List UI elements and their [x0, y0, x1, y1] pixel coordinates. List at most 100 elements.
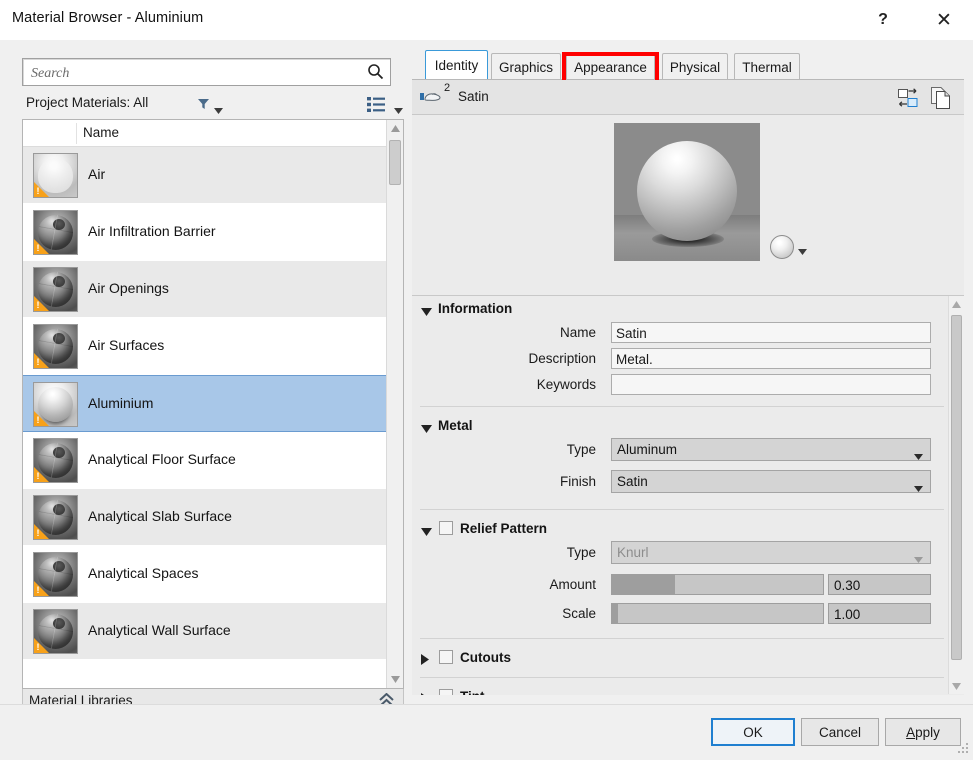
tab-label: Thermal [742, 59, 792, 75]
list-item[interactable]: ! Air [23, 147, 388, 204]
amount-value-field[interactable] [828, 574, 931, 595]
duplicate-asset-icon[interactable] [928, 86, 954, 110]
list-item[interactable]: ! Air Openings [23, 261, 388, 318]
finish-select[interactable]: Satin [611, 470, 931, 493]
type-select[interactable]: Aluminum [611, 438, 931, 461]
field-label: Name [559, 325, 596, 340]
materials-scrollbar[interactable] [386, 120, 403, 688]
material-name: Aluminium [88, 395, 154, 411]
list-item[interactable]: ! Analytical Slab Surface [23, 489, 388, 546]
resize-grip-icon[interactable] [958, 743, 970, 758]
help-button[interactable]: ? [860, 0, 906, 40]
properties-scrollbar[interactable] [948, 296, 964, 694]
scale-slider[interactable] [611, 603, 824, 624]
section-checkbox[interactable] [439, 521, 453, 535]
section-header-tint[interactable]: Tint [412, 684, 948, 695]
properties-pane: Information Name Description Keywords Metal T… [412, 295, 964, 695]
chevron-right-icon[interactable] [421, 653, 429, 668]
dialog-footer: OK Cancel Apply [0, 704, 973, 760]
section-checkbox[interactable] [439, 650, 453, 664]
props-scrollbar-thumb[interactable] [951, 315, 962, 660]
view-mode-caret-icon[interactable] [394, 102, 403, 117]
description-field[interactable] [611, 348, 931, 369]
preview-sphere [637, 141, 737, 241]
tab-identity[interactable]: Identity [425, 50, 488, 80]
type-select: Knurl [611, 541, 931, 564]
material-name: Analytical Slab Surface [88, 508, 232, 524]
select-value: Satin [617, 474, 648, 489]
chevron-down-icon[interactable] [914, 448, 923, 463]
material-name: Analytical Wall Surface [88, 622, 231, 638]
asset-editor-panel: Identity Graphics Appearance Physical Therma… [412, 49, 964, 695]
field-label: Finish [559, 474, 596, 489]
material-name: Analytical Spaces [88, 565, 199, 581]
materials-panel: Project Materials: All [9, 49, 404, 741]
material-name: Air Surfaces [88, 337, 165, 353]
name-field[interactable] [611, 322, 931, 343]
replace-asset-icon[interactable] [895, 87, 921, 109]
scroll-down-icon[interactable] [387, 671, 403, 688]
section-divider [420, 509, 944, 510]
props-scroll-down-icon[interactable] [949, 678, 964, 694]
close-icon: ✕ [936, 9, 952, 31]
section-checkbox[interactable] [439, 689, 453, 695]
filter-caret-icon[interactable] [214, 102, 223, 117]
tab-physical[interactable]: Physical [662, 53, 728, 80]
list-item[interactable]: ! Air Infiltration Barrier [23, 204, 388, 261]
asset-usage-count: 2 [444, 82, 451, 94]
ok-button[interactable]: OK [711, 718, 795, 746]
list-item[interactable]: ! Aluminium [23, 375, 388, 432]
section-header-cutouts[interactable]: Cutouts [412, 645, 948, 671]
preview-render[interactable] [614, 123, 760, 261]
list-header: Name [23, 120, 403, 147]
section-header-metal[interactable]: Metal [412, 413, 948, 439]
section-divider [420, 677, 944, 678]
chevron-right-icon[interactable] [421, 692, 429, 695]
shape-picker-caret-icon[interactable] [798, 243, 807, 258]
ok-label: OK [743, 724, 763, 740]
funnel-icon[interactable] [197, 97, 210, 113]
filter-label[interactable]: Project Materials: All [26, 95, 148, 110]
chevron-down-icon[interactable] [421, 304, 432, 319]
close-button[interactable]: ✕ [921, 0, 967, 40]
warning-exclamation-icon: ! [36, 528, 40, 538]
list-item[interactable]: ! Air Surfaces [23, 318, 388, 375]
scroll-up-icon[interactable] [387, 120, 403, 137]
sphere-shape-icon[interactable] [770, 235, 794, 259]
section-header-relief-pattern[interactable]: Relief Pattern [412, 516, 948, 542]
section-title: Tint [460, 689, 485, 695]
column-header-name[interactable]: Name [83, 125, 119, 140]
field-label: Keywords [536, 377, 596, 392]
chevron-down-icon[interactable] [914, 480, 923, 495]
select-value: Knurl [617, 545, 649, 560]
material-thumbnail: ! [33, 153, 78, 198]
keywords-field[interactable] [611, 374, 931, 395]
tab-label: Graphics [498, 59, 554, 75]
list-item[interactable]: ! Analytical Floor Surface [23, 432, 388, 489]
chevron-down-icon[interactable] [421, 524, 432, 539]
section-header-information[interactable]: Information [412, 296, 948, 322]
tab-graphics[interactable]: Graphics [491, 53, 561, 80]
apply-button[interactable]: Apply [885, 718, 961, 746]
list-view-icon[interactable] [367, 96, 386, 116]
select-value: Aluminum [617, 442, 678, 457]
cancel-button[interactable]: Cancel [801, 718, 879, 746]
scale-value-field[interactable] [828, 603, 931, 624]
scrollbar-thumb[interactable] [389, 140, 401, 185]
list-item[interactable]: ! Analytical Wall Surface [23, 603, 388, 660]
props-scroll-up-icon[interactable] [949, 296, 964, 312]
tab-label: Identity [434, 58, 479, 73]
list-item[interactable]: ! Analytical Spaces [23, 546, 388, 603]
search-input[interactable] [29, 63, 363, 84]
dialog-body: Project Materials: All [0, 40, 973, 741]
slider-fill [612, 604, 619, 623]
amount-slider[interactable] [611, 574, 824, 595]
materials-list: Name ! Air! Air Infiltration Barrier! Air O… [22, 119, 404, 689]
tab-thermal[interactable]: Thermal [734, 53, 800, 80]
material-thumbnail: ! [33, 438, 78, 483]
warning-exclamation-icon: ! [36, 243, 40, 253]
field-label: Type [566, 545, 596, 560]
window-titlebar: Material Browser - Aluminium ? ✕ [0, 0, 973, 40]
search-box[interactable] [22, 58, 391, 86]
chevron-down-icon[interactable] [421, 421, 432, 436]
